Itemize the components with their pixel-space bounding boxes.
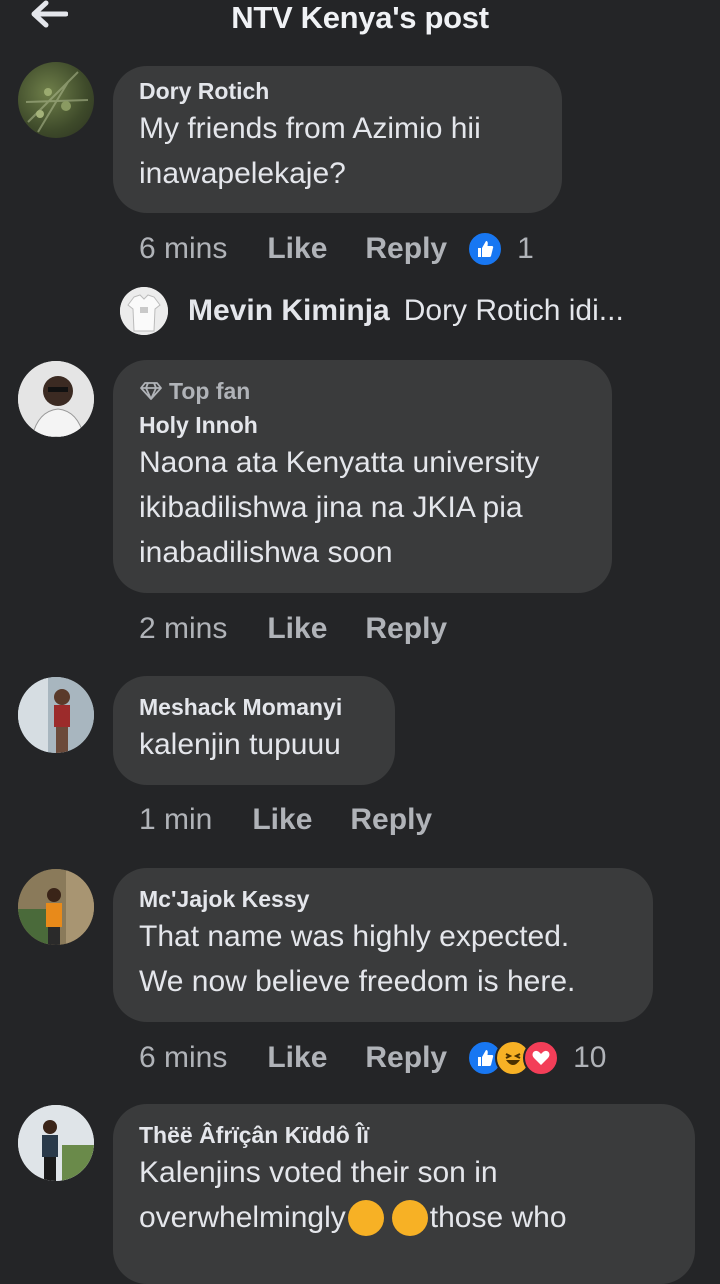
love-reaction-icon — [523, 1040, 560, 1076]
reaction-count: 1 — [517, 232, 534, 265]
avatar[interactable] — [18, 869, 94, 945]
comment-time[interactable]: 6 mins — [139, 232, 227, 266]
person-avatar-image — [18, 361, 94, 437]
person-avatar-image — [18, 869, 94, 945]
reply-author[interactable]: Mevin Kiminja — [188, 294, 390, 328]
comment-text-part: those who — [429, 1201, 567, 1234]
comment-author[interactable]: Thëë Âfrïçân Kïddô Îï — [139, 1120, 669, 1150]
shirt-avatar-image — [120, 287, 168, 335]
comment-bubble[interactable]: Dory Rotich My friends from Azimio hii i… — [113, 66, 562, 213]
crying-laughing-emoji-icon — [391, 1199, 428, 1236]
comment-actions: 6 mins Like Reply 1 — [139, 229, 534, 269]
avatar[interactable] — [120, 287, 168, 335]
comment-bubble[interactable]: Mc'Jajok Kessy That name was highly expe… — [113, 868, 653, 1022]
comment-text: inabadilishwa soon — [139, 536, 393, 569]
avatar[interactable] — [18, 1105, 94, 1181]
reactions[interactable]: 10 — [467, 1040, 606, 1076]
person-avatar-image — [18, 677, 94, 753]
like-button[interactable]: Like — [267, 232, 327, 266]
comment-time[interactable]: 6 mins — [139, 1041, 227, 1075]
comment-text: kalenjin tupuuu — [139, 728, 341, 761]
comment-text: overwhelmingly those who — [139, 1195, 669, 1240]
avatar[interactable] — [18, 62, 94, 138]
comment-actions: 1 min Like Reply — [139, 800, 432, 840]
comment-time[interactable]: 1 min — [139, 803, 212, 837]
crying-laughing-emoji-icon — [347, 1199, 384, 1236]
comment-text: Naona ata Kenyatta university — [139, 446, 540, 479]
reply-text: Dory Rotich idi... — [403, 294, 624, 327]
person-avatar-image — [18, 1105, 94, 1181]
reply-button[interactable]: Reply — [365, 612, 447, 646]
top-bar: NTV Kenya's post — [0, 0, 720, 44]
comment-author[interactable]: Meshack Momanyi — [139, 692, 369, 722]
avatar[interactable] — [18, 677, 94, 753]
comment-text: inawapelekaje? — [139, 157, 346, 190]
comment-bubble[interactable]: Top fan Holy Innoh Naona ata Kenyatta un… — [113, 360, 612, 593]
like-button[interactable]: Like — [267, 1041, 327, 1075]
comment-author[interactable]: Dory Rotich — [139, 76, 536, 106]
comment-author[interactable]: Holy Innoh — [139, 410, 586, 440]
reply-button[interactable]: Reply — [365, 1041, 447, 1075]
reactions[interactable]: 1 — [467, 231, 534, 267]
comment-time[interactable]: 2 mins — [139, 612, 227, 646]
comment-text-part: overwhelmingly — [139, 1201, 346, 1234]
like-reaction-icon — [467, 231, 504, 267]
comment-actions: 6 mins Like Reply 10 — [139, 1038, 606, 1078]
avatar[interactable] — [18, 361, 94, 437]
page-title: NTV Kenya's post — [231, 0, 489, 35]
comment-bubble[interactable]: Thëë Âfrïçân Kïddô Îï Kalenjins voted th… — [113, 1104, 695, 1284]
comment-text: That name was highly expected. — [139, 920, 570, 953]
comment-text: Kalenjins voted their son in — [139, 1156, 498, 1189]
like-button[interactable]: Like — [267, 612, 327, 646]
comment-actions: 2 mins Like Reply — [139, 609, 447, 649]
comment-author[interactable]: Mc'Jajok Kessy — [139, 884, 627, 914]
badge-label: Top fan — [169, 378, 251, 404]
reply-preview[interactable]: Mevin Kiminja Dory Rotich idi... — [120, 287, 624, 335]
reply-button[interactable]: Reply — [350, 803, 432, 837]
comment-text: We now believe freedom is here. — [139, 965, 576, 998]
diamond-icon — [140, 382, 162, 400]
top-fan-badge: Top fan — [139, 376, 586, 406]
reply-button[interactable]: Reply — [365, 232, 447, 266]
like-button[interactable]: Like — [252, 803, 312, 837]
comment-bubble[interactable]: Meshack Momanyi kalenjin tupuuu — [113, 676, 395, 785]
reaction-count: 10 — [573, 1041, 607, 1074]
comment-text: ikibadilishwa jina na JKIA pia — [139, 491, 523, 524]
plant-avatar-image — [25, 71, 89, 133]
comment-text: My friends from Azimio hii — [139, 112, 481, 145]
